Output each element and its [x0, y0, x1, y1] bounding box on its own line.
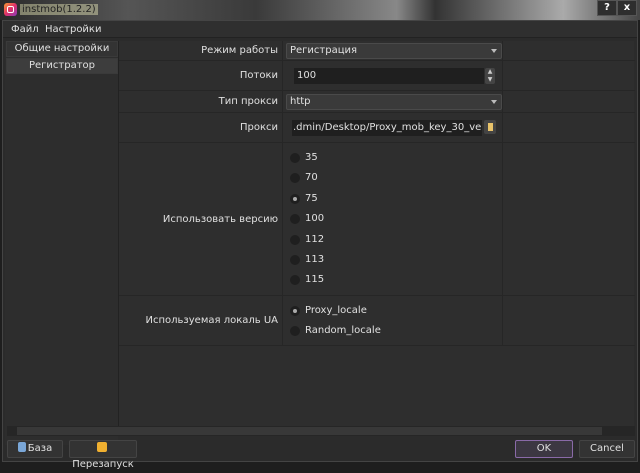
chevron-down-icon — [491, 100, 497, 104]
instagram-app-icon — [4, 3, 17, 16]
menu-file[interactable]: Файл — [11, 24, 39, 35]
title-bar: instmob(1.2.2) ? x — [0, 0, 640, 20]
window-title: instmob(1.2.2) — [20, 4, 98, 15]
radio-button[interactable] — [290, 153, 300, 163]
proxy-label: Прокси — [119, 113, 283, 142]
horizontal-scrollbar[interactable] — [7, 426, 635, 436]
version-option-label: 112 — [305, 233, 325, 245]
database-button[interactable]: База — [7, 440, 63, 458]
row-proxy: Прокси .dmin/Desktop/Proxy_mob_key_30_ve… — [119, 113, 635, 143]
browse-file-button[interactable] — [484, 120, 496, 134]
sidebar-item-registrator[interactable]: Регистратор — [6, 58, 118, 74]
file-icon — [487, 123, 493, 131]
menu-settings[interactable]: Настройки — [45, 24, 101, 35]
mode-label: Режим работы — [119, 41, 283, 60]
proxy-type-select[interactable]: http — [286, 94, 502, 110]
locale-label: Используемая локаль UA — [119, 296, 283, 345]
chevron-down-icon — [491, 49, 497, 53]
menu-bar: Файл Настройки — [3, 21, 637, 38]
threads-input[interactable]: 100 — [294, 68, 484, 84]
version-option-label: 75 — [305, 192, 318, 204]
version-option-label: 113 — [305, 254, 325, 265]
close-button[interactable]: x — [617, 0, 637, 16]
settings-panel: Режим работы Регистрация Потоки 100 ▲ ▼ Т… — [118, 41, 635, 427]
version-option-label: 100 — [305, 213, 325, 225]
threads-label: Потоки — [119, 61, 283, 90]
radio-button[interactable] — [290, 193, 300, 204]
radio-button[interactable] — [290, 255, 300, 265]
radio-button[interactable] — [290, 306, 300, 316]
version-radio-group: 35 70 75 100 112 113 115 — [284, 143, 503, 295]
restart-button[interactable]: Перезапуск — [69, 440, 137, 470]
row-mode: Режим работы Регистрация — [119, 41, 635, 61]
version-option-label: 70 — [305, 172, 318, 184]
cancel-button[interactable]: Cancel — [579, 440, 635, 458]
sidebar-item-general[interactable]: Общие настройки — [6, 41, 118, 57]
help-button[interactable]: ? — [597, 0, 617, 16]
radio-button[interactable] — [290, 173, 300, 184]
row-proxy-type: Тип прокси http — [119, 91, 635, 113]
version-option-label: 115 — [305, 274, 325, 286]
mode-value: Регистрация — [290, 45, 358, 56]
row-locale: Используемая локаль UA Proxy_locale Rando… — [119, 296, 635, 346]
database-label: База — [27, 443, 53, 454]
locale-option-label: Random_locale — [305, 325, 381, 336]
locale-radio-group: Proxy_locale Random_locale — [284, 296, 503, 345]
radio-button[interactable] — [290, 234, 300, 245]
version-option-label: 35 — [305, 152, 318, 163]
radio-button[interactable] — [290, 275, 300, 286]
row-version: Использовать версию 35 70 75 100 112 113 115 — [119, 143, 635, 296]
proxy-type-label: Тип прокси — [119, 91, 283, 112]
radio-button[interactable] — [290, 214, 300, 225]
restart-icon — [97, 442, 107, 452]
mode-select[interactable]: Регистрация — [286, 43, 502, 59]
main-window: Файл Настройки Общие настройки Регистрат… — [2, 20, 638, 470]
radio-button[interactable] — [290, 326, 300, 336]
ok-button[interactable]: OK — [515, 440, 573, 458]
scrollbar-thumb[interactable] — [17, 427, 602, 435]
row-threads: Потоки 100 ▲ ▼ — [119, 61, 635, 91]
proxy-file-input[interactable]: .dmin/Desktop/Proxy_mob_key_30_ver.1.txt — [292, 120, 482, 136]
proxy-type-value: http — [290, 96, 311, 107]
database-icon — [17, 442, 26, 452]
version-label: Использовать версию — [119, 143, 283, 295]
sidebar: Общие настройки Регистратор — [5, 41, 118, 445]
locale-option-label: Proxy_locale — [305, 305, 367, 316]
threads-spinner[interactable]: ▲ ▼ — [485, 68, 495, 84]
